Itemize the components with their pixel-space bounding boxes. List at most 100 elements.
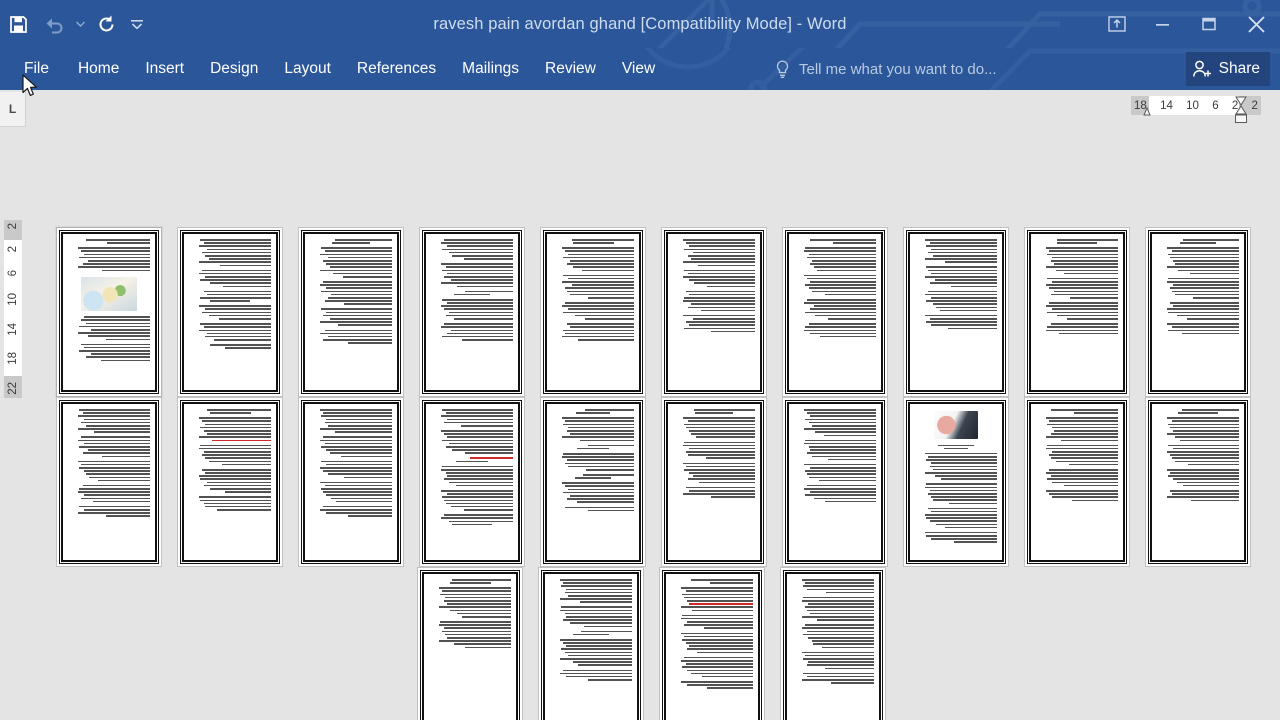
- page-thumbnail[interactable]: [298, 227, 404, 397]
- page-thumbnail[interactable]: [1145, 227, 1251, 397]
- right-indent-marker-icon[interactable]: [1235, 114, 1247, 123]
- minimize-button[interactable]: [1140, 0, 1186, 48]
- left-indent-marker-icon[interactable]: [1143, 106, 1151, 116]
- text-line: [808, 421, 876, 424]
- hanging-indent-marker-icon[interactable]: [1235, 105, 1247, 115]
- page-thumbnail[interactable]: [1024, 397, 1130, 567]
- page-thumbnail[interactable]: [661, 397, 767, 567]
- tab-layout[interactable]: Layout: [271, 48, 344, 90]
- page-thumbnail[interactable]: [419, 397, 525, 567]
- paragraph: [552, 474, 634, 479]
- text-line: [807, 473, 876, 475]
- text-line: [801, 615, 874, 618]
- text-line: [810, 415, 876, 417]
- page-thumbnail[interactable]: [780, 567, 886, 720]
- page-thumbnail[interactable]: [56, 227, 162, 397]
- page-thumbnail[interactable]: [1024, 227, 1130, 397]
- paragraph: [431, 457, 513, 463]
- tab-mailings[interactable]: Mailings: [449, 48, 532, 90]
- paragraph: [310, 460, 392, 479]
- page-thumbnail[interactable]: [1145, 397, 1251, 567]
- text-line: [198, 305, 271, 307]
- horizontal-ruler[interactable]: 18 14 10 6 2 2: [1131, 96, 1261, 123]
- text-line: [205, 335, 271, 338]
- page-thumbnail[interactable]: [782, 397, 888, 567]
- tab-review[interactable]: Review: [532, 48, 609, 90]
- text-line: [326, 418, 392, 421]
- text-line: [568, 488, 634, 491]
- page-thumbnail[interactable]: [177, 397, 283, 567]
- ribbon-display-options-button[interactable]: [1094, 0, 1140, 48]
- text-line: [815, 431, 876, 433]
- undo-dropdown-button[interactable]: [72, 4, 88, 44]
- page-thumbnail[interactable]: [417, 567, 523, 720]
- paragraph: [792, 624, 874, 649]
- page-text-content: [1157, 409, 1239, 555]
- text-line: [805, 606, 874, 608]
- text-line: [561, 335, 634, 338]
- paragraph: [1157, 417, 1239, 442]
- text-line: [202, 420, 271, 423]
- tab-view[interactable]: View: [609, 48, 668, 90]
- undo-button[interactable]: [36, 4, 72, 44]
- save-button[interactable]: [0, 4, 36, 44]
- text-line: [79, 409, 150, 411]
- page-thumbnail[interactable]: [419, 227, 525, 397]
- text-line: [808, 637, 874, 639]
- page-thumbnail[interactable]: [538, 567, 644, 720]
- text-line: [223, 285, 271, 288]
- first-line-indent-marker-icon[interactable]: [1235, 96, 1247, 106]
- text-line: [1045, 417, 1118, 419]
- document-canvas[interactable]: [26, 127, 1280, 720]
- page-thumbnail[interactable]: [782, 227, 888, 397]
- page-thumbnail[interactable]: [661, 227, 767, 397]
- page-thumbnail[interactable]: [659, 567, 765, 720]
- text-line: [329, 452, 392, 454]
- paragraph: [552, 409, 634, 414]
- text-line: [205, 505, 271, 508]
- tell-me-placeholder-text: Tell me what you want to do...: [799, 60, 997, 78]
- page-thumbnail[interactable]: [56, 397, 162, 567]
- page-text-content: [673, 239, 755, 385]
- text-line: [685, 642, 753, 644]
- text-line: [689, 447, 755, 450]
- text-line: [324, 484, 392, 487]
- text-line: [453, 318, 513, 320]
- tab-references[interactable]: References: [344, 48, 449, 90]
- page-thumbnail[interactable]: [177, 227, 283, 397]
- restore-button[interactable]: [1186, 0, 1232, 48]
- tab-design[interactable]: Design: [197, 48, 271, 90]
- text-line: [92, 500, 150, 503]
- page-thumbnail[interactable]: [298, 397, 404, 567]
- share-button[interactable]: Share: [1185, 52, 1270, 86]
- tab-stop-selector[interactable]: L: [0, 92, 26, 127]
- text-line: [447, 245, 513, 247]
- page-thumbnail[interactable]: [540, 397, 646, 567]
- tell-me-search[interactable]: Tell me what you want to do...: [775, 48, 997, 90]
- text-line: [1179, 439, 1239, 442]
- page-thumbnail[interactable]: [540, 227, 646, 397]
- text-line: [321, 460, 392, 463]
- tab-home[interactable]: Home: [65, 48, 132, 90]
- text-line: [319, 481, 392, 484]
- paragraph: [1157, 247, 1239, 275]
- text-line: [806, 588, 874, 591]
- text-line: [924, 471, 997, 474]
- text-line: [566, 323, 634, 325]
- page-thumbnail[interactable]: [903, 227, 1009, 397]
- page-thumbnail[interactable]: [903, 397, 1009, 567]
- text-line: [807, 452, 876, 454]
- text-line: [803, 672, 874, 675]
- paragraph: [310, 329, 392, 344]
- vertical-ruler[interactable]: 2 2 6 10 14 18 22: [4, 220, 22, 398]
- redo-button[interactable]: [88, 4, 124, 44]
- text-line: [565, 485, 634, 488]
- text-line: [323, 260, 392, 262]
- tab-file[interactable]: File: [0, 48, 65, 90]
- text-line: [86, 356, 150, 358]
- customize-quick-access-toolbar-button[interactable]: [124, 4, 150, 44]
- close-button[interactable]: [1232, 0, 1280, 48]
- text-line: [807, 412, 876, 414]
- tab-insert[interactable]: Insert: [132, 48, 197, 90]
- text-line: [1170, 426, 1239, 429]
